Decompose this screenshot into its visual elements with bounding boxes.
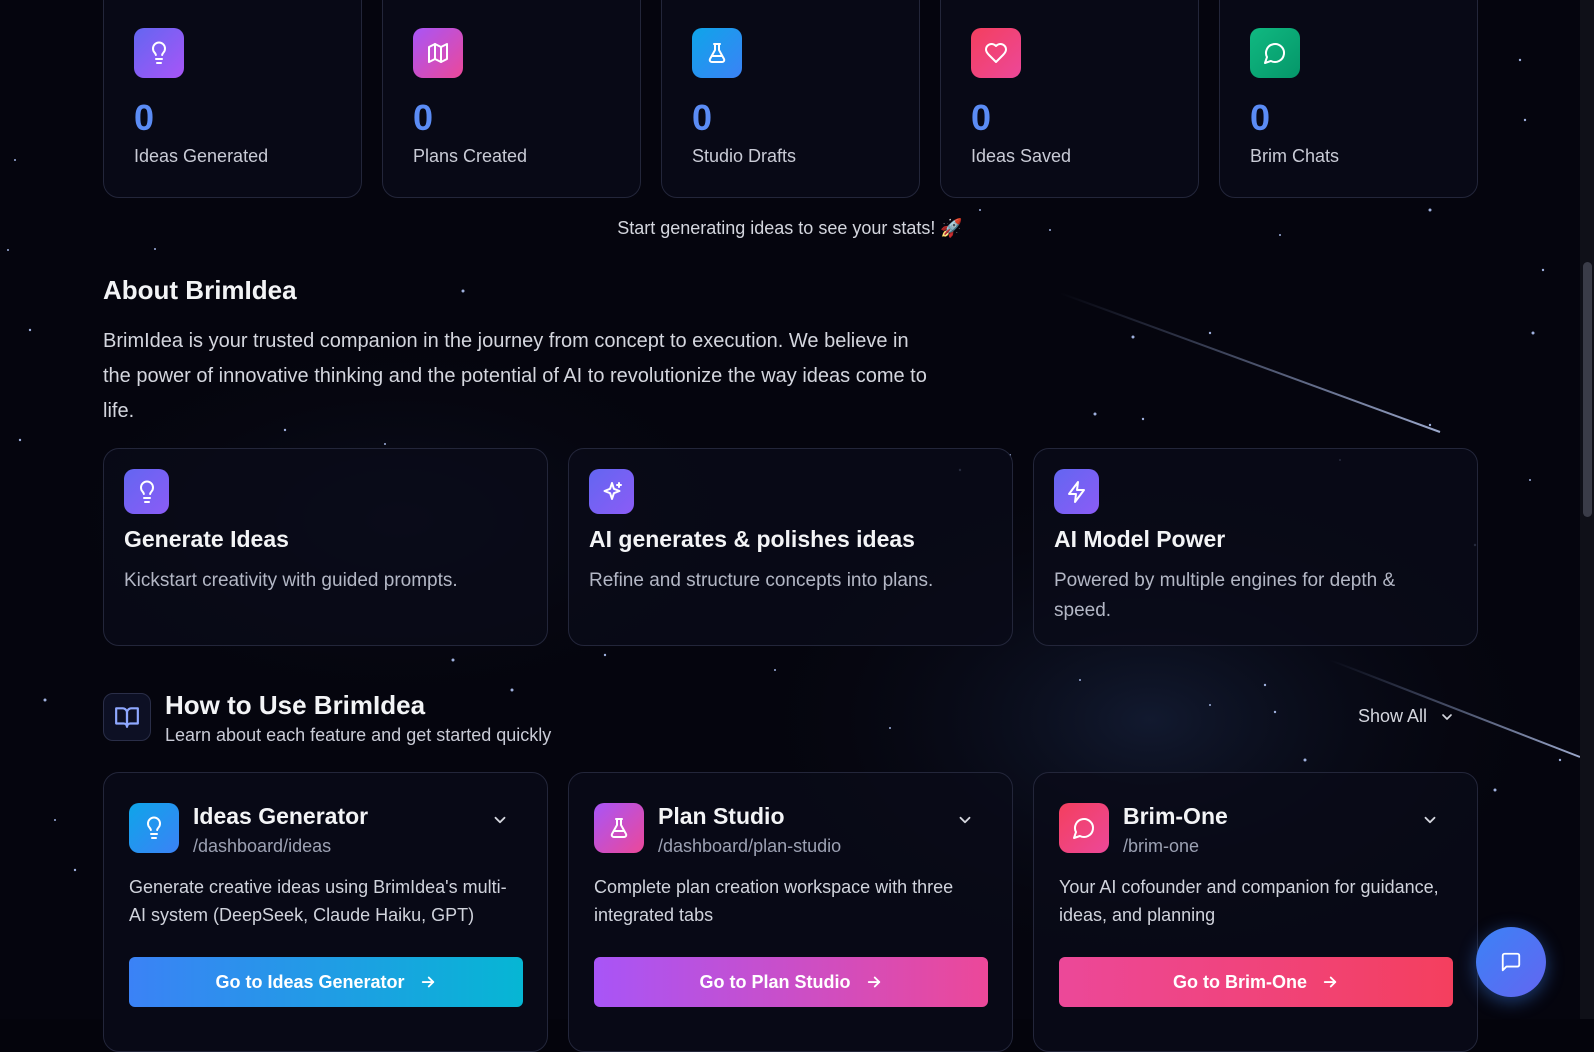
lightbulb-icon <box>139 480 154 503</box>
how-to-subtitle: Learn about each feature and get started… <box>165 725 552 745</box>
stat-value: 0 <box>692 97 713 138</box>
stat-value: 0 <box>971 97 992 138</box>
stat-card: 0 Studio Drafts <box>661 0 920 198</box>
guide-card: Ideas Generator/dashboard/ideas Generate … <box>103 772 548 1052</box>
guide-icon-badge <box>129 803 179 853</box>
sparkles-icon <box>603 481 622 500</box>
feature-icon-badge <box>124 469 169 514</box>
guide-path: /dashboard/plan-studio <box>658 836 842 856</box>
chat-bubble-icon <box>1501 952 1521 972</box>
stat-icon-badge <box>134 28 184 78</box>
guide-path: /dashboard/ideas <box>193 836 332 856</box>
lightbulb-icon <box>152 41 166 64</box>
guide-title: Plan Studio <box>658 803 785 829</box>
guide-desc: Your AI cofounder and companion for guid… <box>1059 877 1439 925</box>
about-text: BrimIdea is your trusted companion in th… <box>103 330 927 422</box>
lightbulb-icon <box>147 816 161 839</box>
feature-card: AI generates & polishes ideas Refine and … <box>568 448 1013 646</box>
guide-icon-badge <box>1059 803 1109 853</box>
how-to-book-badge <box>103 693 151 741</box>
chevron-down-icon[interactable] <box>956 811 974 829</box>
stat-label: Plans Created <box>413 146 528 166</box>
guide-card: Plan Studio/dashboard/plan-studio Complet… <box>568 772 1013 1052</box>
stat-label: Brim Chats <box>1250 146 1340 166</box>
flask-icon <box>610 818 628 838</box>
stat-icon-badge <box>692 28 742 78</box>
guide-go-label: Go to Plan Studio <box>699 971 851 992</box>
guide-go-button[interactable]: Go to Brim-One <box>1059 957 1453 1007</box>
chevron-down-icon[interactable] <box>1421 811 1439 829</box>
stat-card: 0 Ideas Saved <box>940 0 1199 198</box>
guide-title: Brim-One <box>1123 803 1228 829</box>
stat-icon-badge <box>1250 28 1300 78</box>
feature-card: Generate Ideas Kickstart creativity with … <box>103 448 548 646</box>
about-title: About BrimIdea <box>103 275 297 305</box>
guide-desc: Generate creative ideas using BrimIdea's… <box>129 877 507 925</box>
stat-card: 0 Plans Created <box>382 0 641 198</box>
stat-icon-badge <box>413 28 463 78</box>
feature-icon-badge <box>589 469 634 514</box>
show-all-button[interactable]: Show All <box>1358 706 1455 727</box>
guide-icon-badge <box>594 803 644 853</box>
feature-title: AI Model Power <box>1054 526 1226 552</box>
guide-path: /brim-one <box>1123 836 1200 856</box>
feature-title: AI generates & polishes ideas <box>589 526 915 552</box>
feature-desc: Refine and structure concepts into plans… <box>589 570 934 591</box>
feature-desc: Kickstart creativity with guided prompts… <box>124 570 458 591</box>
feature-card: AI Model Power Powered by multiple engine… <box>1033 448 1478 646</box>
arrow-right-icon <box>421 976 434 988</box>
stat-label: Studio Drafts <box>692 146 797 166</box>
heart-icon <box>985 43 1007 63</box>
book-icon <box>115 707 139 728</box>
stat-label: Ideas Generated <box>134 146 269 166</box>
stat-card: 0 Brim Chats <box>1219 0 1478 198</box>
guide-go-label: Go to Ideas Generator <box>215 971 405 992</box>
stat-value: 0 <box>413 97 434 138</box>
guide-go-label: Go to Brim-One <box>1173 971 1307 992</box>
chat-icon <box>1264 43 1285 64</box>
stats-hint: Start generating ideas to see your stats… <box>617 218 963 238</box>
arrow-right-icon <box>1323 976 1337 988</box>
feature-title: Generate Ideas <box>124 526 289 552</box>
arrow-right-icon <box>867 976 880 988</box>
feature-desc: Powered by multiple engines for depth & … <box>1054 570 1396 621</box>
show-all-label: Show All <box>1358 706 1428 726</box>
guide-card: Brim-One/brim-one Your AI cofounder and c… <box>1033 772 1478 1052</box>
stat-label: Ideas Saved <box>971 146 1072 166</box>
flask-icon <box>708 43 726 63</box>
chat-fab-button[interactable] <box>1476 927 1546 997</box>
feature-icon-badge <box>1054 469 1099 514</box>
stat-card: 0 Ideas Generated <box>103 0 362 198</box>
how-to-title: How to Use BrimIdea <box>165 690 426 720</box>
guide-go-button[interactable]: Go to Plan Studio <box>594 957 988 1007</box>
bolt-icon <box>1067 480 1085 503</box>
chat-icon <box>1073 818 1094 839</box>
map-icon <box>428 43 448 63</box>
chevron-down-icon[interactable] <box>491 811 509 829</box>
stat-value: 0 <box>1250 97 1271 138</box>
chevron-down-icon <box>1442 713 1452 720</box>
stat-icon-badge <box>971 28 1021 78</box>
stat-value: 0 <box>134 97 155 138</box>
guide-title: Ideas Generator <box>193 803 369 829</box>
scrollbar-thumb[interactable] <box>1583 262 1592 517</box>
guide-go-button[interactable]: Go to Ideas Generator <box>129 957 523 1007</box>
guide-desc: Complete plan creation workspace with th… <box>594 877 954 925</box>
